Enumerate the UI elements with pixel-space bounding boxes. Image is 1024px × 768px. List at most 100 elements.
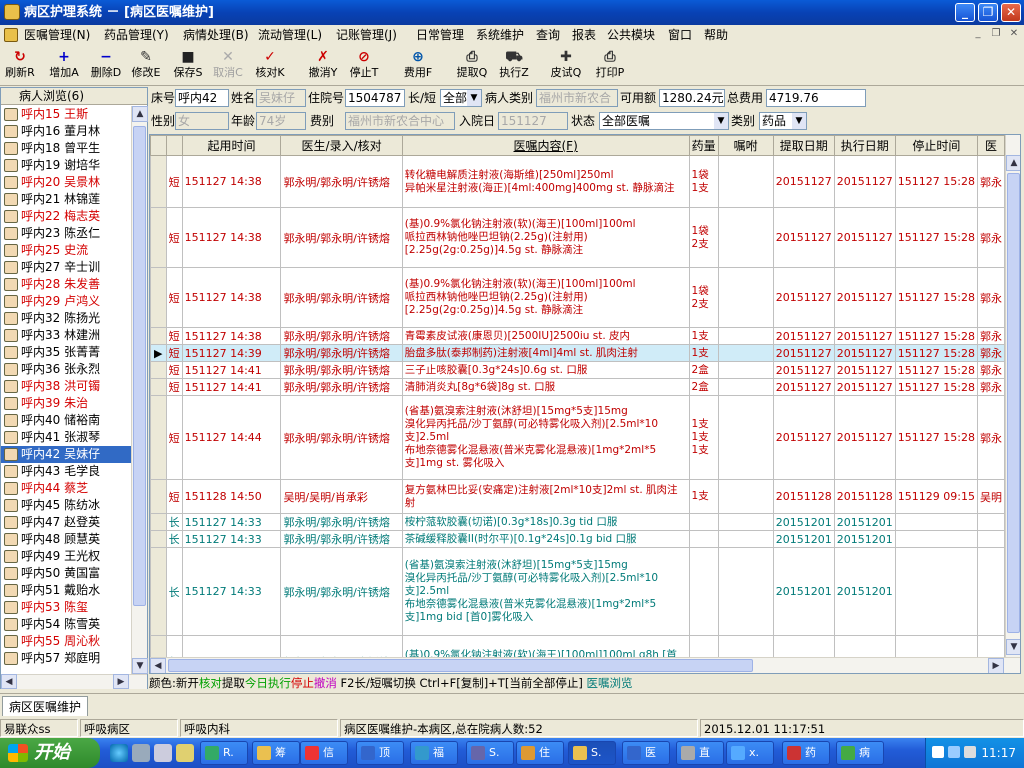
start-button[interactable]: 开始 xyxy=(0,738,100,768)
patient-item[interactable]: 呼内21 林锦莲 xyxy=(1,191,131,208)
patient-hscroll[interactable]: ◀ ▶ xyxy=(1,674,147,689)
minimize-button[interactable]: _ xyxy=(955,3,975,22)
col-content-header[interactable]: 医嘱内容(F) xyxy=(401,135,690,156)
scroll-thumb[interactable] xyxy=(133,126,146,606)
grid-vscroll-thumb[interactable] xyxy=(1007,173,1020,633)
order-row[interactable]: 长 151127 14:33 郭永明/郭永明/许锈熔 桉柠蒎软胶囊(切诺)[0.3g*… xyxy=(150,513,1005,531)
col-qty-header[interactable]: 药量 xyxy=(688,135,719,156)
dropdown-icon[interactable]: ▼ xyxy=(792,113,806,129)
patient-item[interactable]: 呼内40 储裕南 xyxy=(1,412,131,429)
menu-report[interactable]: 报表 xyxy=(572,25,596,45)
toolbar-button-add[interactable]: + 增加A xyxy=(44,48,84,84)
scroll-left-icon[interactable]: ◀ xyxy=(1,674,17,689)
order-row[interactable]: 长151127 14:33郭永明/郭永明/许锈熔(基)0.9%氯化钠注射液(软)… xyxy=(150,635,1005,657)
order-row[interactable]: 长 151127 14:33 郭永明/郭永明/许锈熔 茶碱缓释胶囊II(时尔平)[0.… xyxy=(150,530,1005,548)
patient-item[interactable]: 呼内22 梅志英 xyxy=(1,208,131,225)
order-row[interactable]: 短 151127 14:38 郭永明/郭永明/许锈熔 (基)0.9%氯化钠注射液(软)… xyxy=(150,267,1005,328)
patient-item[interactable]: 呼内18 曾平生 xyxy=(1,140,131,157)
taskbar-task[interactable]: 药 xyxy=(782,741,830,765)
patient-item[interactable]: 呼内19 谢培华 xyxy=(1,157,131,174)
patient-item[interactable]: 呼内27 辛士训 xyxy=(1,259,131,276)
toolbar-button-refresh[interactable]: ↻ 刷新R xyxy=(0,48,40,84)
order-row[interactable]: 短 151127 14:38 郭永明/郭永明/许锈熔 (基)0.9%氯化钠注射液(软)… xyxy=(150,207,1005,268)
status-select[interactable]: 全部医嘱 ▼ xyxy=(599,112,729,130)
cat-select[interactable]: 药品 ▼ xyxy=(759,112,807,130)
type-select[interactable]: 全部 ▼ xyxy=(440,89,482,107)
patient-item[interactable]: 呼内48 顾慧英 xyxy=(1,531,131,548)
taskbar-task[interactable]: 顶 xyxy=(356,741,404,765)
patient-item[interactable]: 呼内25 史流 xyxy=(1,242,131,259)
patient-item[interactable]: 呼内15 王斯 xyxy=(1,106,131,123)
toolbar-button-print[interactable]: ⎙ 打印P xyxy=(590,48,630,84)
patient-item[interactable]: 呼内32 陈扬光 xyxy=(1,310,131,327)
quicklaunch-icon[interactable] xyxy=(132,744,150,762)
patient-item[interactable]: 呼内49 王光权 xyxy=(1,548,131,565)
order-row[interactable]: 短 151128 14:50 吴明/吴明/肖承彩 复方氨林巴比妥(安痛定)注射液[2m… xyxy=(150,479,1005,514)
scroll-up-icon[interactable]: ▲ xyxy=(132,106,148,122)
patient-item[interactable]: 呼内29 卢鸿义 xyxy=(1,293,131,310)
order-row[interactable]: 长 151127 14:33 郭永明/郭永明/许锈熔 (省基)氨溴索注射液(沐舒坦)[… xyxy=(150,547,1005,636)
taskbar-task[interactable]: 住 xyxy=(516,741,564,765)
patient-vscroll[interactable]: ▲ ▼ xyxy=(131,106,148,674)
order-row[interactable]: 短 151127 14:44 郭永明/郭永明/许锈熔 (省基)氨溴索注射液(沐舒坦)[… xyxy=(150,395,1005,480)
scroll-down-icon[interactable]: ▼ xyxy=(132,658,148,674)
taskbar-task[interactable]: x. xyxy=(726,741,774,765)
menu-common[interactable]: 公共模块 xyxy=(607,25,655,45)
patient-item[interactable]: 呼内47 赵登英 xyxy=(1,514,131,531)
grid-hscroll[interactable]: ◀ ▶ xyxy=(150,657,1020,673)
scroll-down-icon[interactable]: ▼ xyxy=(1006,639,1020,655)
taskbar-task[interactable]: 福 xyxy=(410,741,458,765)
patient-item[interactable]: 呼内35 张菁菁 xyxy=(1,344,131,361)
order-row[interactable]: ▶ 短 151127 14:39 郭永明/郭永明/许锈熔 胎盘多肽(泰邦制药)注射液[4… xyxy=(150,344,1005,362)
tray-icon[interactable] xyxy=(932,746,944,758)
patient-item[interactable]: 呼内28 朱发善 xyxy=(1,276,131,293)
col-exec-header[interactable]: 执行日期 xyxy=(833,135,896,156)
bed-field[interactable]: 呼内42 xyxy=(175,89,229,107)
col-doctor2-header[interactable]: 医 xyxy=(976,135,1005,156)
menu-flow[interactable]: 流动管理(L) xyxy=(258,25,322,45)
mdi-restore-icon[interactable]: ❐ xyxy=(988,27,1004,42)
patient-item[interactable]: 呼内45 陈纺冰 xyxy=(1,497,131,514)
mdi-close-icon[interactable]: ✕ xyxy=(1006,27,1022,42)
toolbar-button-skin-test[interactable]: ✚ 皮试Q xyxy=(546,48,586,84)
grid-hscroll-thumb[interactable] xyxy=(168,659,753,672)
patient-item[interactable]: 呼内41 张淑琴 xyxy=(1,429,131,446)
patient-item[interactable]: 呼内20 吴景林 xyxy=(1,174,131,191)
dropdown-icon[interactable]: ▼ xyxy=(714,113,728,129)
menu-system[interactable]: 系统维护 xyxy=(476,25,524,45)
taskbar-task[interactable]: 病 xyxy=(836,741,884,765)
patient-item[interactable]: 呼内43 毛学良 xyxy=(1,463,131,480)
col-instr-header[interactable]: 嘱咐 xyxy=(717,135,774,156)
menu-condition[interactable]: 病情处理(B) xyxy=(183,25,249,45)
taskbar-task[interactable]: 医 xyxy=(622,741,670,765)
col-stop-header[interactable]: 停止时间 xyxy=(894,135,978,156)
grid-vscroll[interactable]: ▲ ▼ xyxy=(1005,135,1020,657)
browser-icon[interactable] xyxy=(110,744,128,762)
order-row[interactable]: 短 151127 14:41 郭永明/郭永明/许锈熔 清肺消炎丸[8g*6袋]8g s… xyxy=(150,378,1005,396)
order-row[interactable]: 短 151127 14:41 郭永明/郭永明/许锈熔 三子止咳胶囊[0.3g*24s]… xyxy=(150,361,1005,379)
col-start-header[interactable]: 起用时间 xyxy=(181,135,282,156)
toolbar-button-check[interactable]: ✓ 核对K xyxy=(250,48,290,84)
patient-item[interactable]: 呼内42 吴妹仔 xyxy=(1,446,131,463)
menu-accounting[interactable]: 记账管理(J) xyxy=(336,25,397,45)
toolbar-button-execute[interactable]: ⛟ 执行Z xyxy=(494,48,534,84)
scroll-up-icon[interactable]: ▲ xyxy=(1006,155,1020,171)
order-row[interactable]: 短 151127 14:38 郭永明/郭永明/许锈熔 青霉素皮试液(康恩贝)[2500… xyxy=(150,327,1005,345)
patient-item[interactable]: 呼内44 蔡芝 xyxy=(1,480,131,497)
patient-item[interactable]: 呼内55 周沁秋 xyxy=(1,633,131,650)
quicklaunch-icon[interactable] xyxy=(154,744,172,762)
toolbar-button-delete[interactable]: − 删除D xyxy=(86,48,126,84)
menu-query[interactable]: 查询 xyxy=(536,25,560,45)
toolbar-button-cost[interactable]: ⊕ 费用F xyxy=(398,48,438,84)
taskbar-task[interactable]: 信 xyxy=(300,741,348,765)
mdi-minimize-icon[interactable]: _ xyxy=(970,27,986,42)
col-extract-header[interactable]: 提取日期 xyxy=(772,135,835,156)
scroll-left-icon[interactable]: ◀ xyxy=(150,658,166,673)
menu-drugs[interactable]: 药品管理(Y) xyxy=(104,25,169,45)
volume-icon[interactable] xyxy=(964,746,976,758)
taskbar-task[interactable]: 直 xyxy=(676,741,724,765)
taskbar-task[interactable]: 筹 xyxy=(252,741,300,765)
dropdown-icon[interactable]: ▼ xyxy=(467,90,481,106)
taskbar-task[interactable]: S. xyxy=(568,741,616,765)
toolbar-button-extract[interactable]: ⎙ 提取Q xyxy=(452,48,492,84)
